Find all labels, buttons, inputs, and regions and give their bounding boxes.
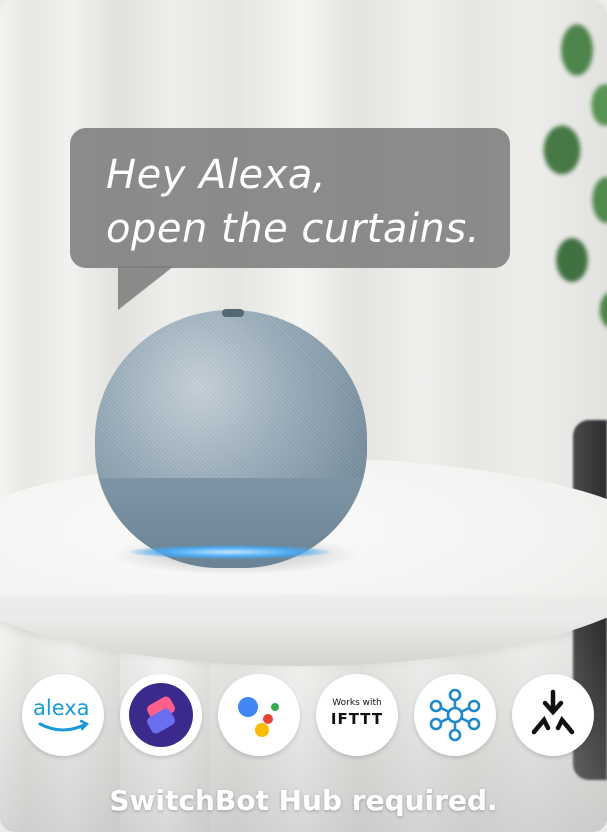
shortcuts-logo-icon xyxy=(124,678,198,752)
matter-logo-icon xyxy=(531,689,575,735)
plant-background xyxy=(517,10,607,340)
google-assistant-icon xyxy=(218,674,300,756)
alexa-smile-icon xyxy=(38,719,90,732)
speech-line-2: open the curtains. xyxy=(106,206,480,252)
speech-line-1: Hey Alexa, xyxy=(106,152,327,198)
product-image: Hey Alexa, open the curtains. alexa Work… xyxy=(0,0,607,832)
speaker-light-ring xyxy=(130,545,330,559)
alexa-icon: alexa xyxy=(22,674,104,756)
shortcuts-icon xyxy=(120,674,202,756)
hub-required-caption: SwitchBot Hub required. xyxy=(109,784,498,817)
smartthings-network-icon xyxy=(429,688,481,742)
ifttt-icon: Works with IFTTT xyxy=(316,674,398,756)
smart-speaker xyxy=(95,310,367,568)
ifttt-label: IFTTT xyxy=(330,710,384,728)
compatibility-icons: alexa Works with IFTTT xyxy=(22,674,594,758)
ifttt-works-with-label: Works with xyxy=(332,698,382,708)
speech-bubble-tail xyxy=(118,266,174,310)
smartthings-icon xyxy=(414,674,496,756)
matter-icon xyxy=(512,674,594,756)
speaker-top-button xyxy=(222,309,244,317)
google-assistant-dots-icon xyxy=(238,697,279,737)
